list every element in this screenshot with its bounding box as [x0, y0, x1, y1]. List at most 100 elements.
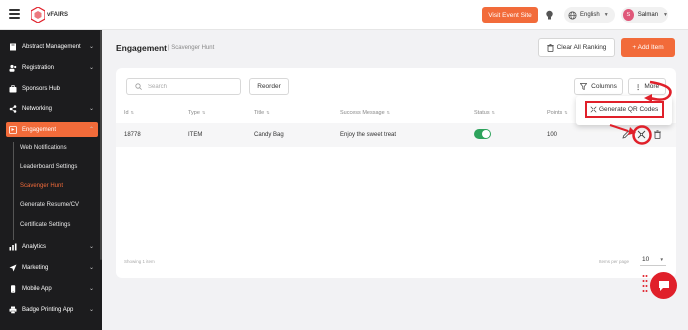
cell-success-message: Enjoy the sweet treat — [340, 132, 397, 138]
edit-pencil-icon[interactable] — [622, 130, 631, 139]
sort-icon: ⇅ — [266, 110, 270, 115]
hamburger-menu-icon[interactable] — [9, 9, 20, 19]
users-icon — [9, 64, 17, 72]
cell-title: Candy Bag — [254, 132, 284, 138]
filter-icon — [580, 83, 588, 90]
column-header-type[interactable]: Type ⇅ — [188, 110, 205, 116]
column-header-status[interactable]: Status ⇅ — [474, 110, 495, 116]
generate-qr-codes-label: Generate QR Codes — [599, 106, 659, 113]
bar-chart-icon — [9, 243, 17, 251]
sidebar-item-label: Abstract Management — [22, 43, 81, 50]
trash-icon[interactable] — [653, 130, 662, 139]
reorder-button[interactable]: Reorder — [249, 78, 289, 95]
columns-button[interactable]: Columns — [574, 78, 623, 95]
sidebar-scrollbar[interactable] — [100, 30, 102, 260]
sidebar-item-engagement[interactable]: Engagement ⌃ — [6, 122, 98, 137]
sidebar-item-analytics[interactable]: Analytics ⌄ — [6, 239, 98, 254]
sidebar-item-label: Sponsors Hub — [22, 85, 61, 92]
chevron-down-icon: ⌄ — [88, 286, 94, 292]
search-box[interactable] — [126, 78, 241, 95]
user-name: Salman — [637, 12, 659, 18]
qr-code-icon[interactable] — [637, 130, 646, 139]
briefcase-icon — [9, 84, 17, 93]
clear-all-ranking-label: Clear All Ranking — [556, 44, 607, 51]
column-header-success-message[interactable]: Success Message ⇅ — [340, 110, 390, 116]
sidebar-subitem-leaderboard-settings[interactable]: Leaderboard Settings — [20, 164, 77, 170]
sort-icon: ⇅ — [130, 110, 134, 115]
chevron-down-icon: ⌄ — [88, 44, 94, 50]
chevron-down-icon: ▼ — [603, 12, 609, 18]
sidebar-item-mobile-app[interactable]: Mobile App ⌄ — [6, 281, 98, 296]
add-item-button[interactable]: + Add Item — [621, 38, 675, 57]
column-header-label: Id — [124, 110, 129, 116]
chevron-down-icon: ⌄ — [88, 244, 94, 250]
items-per-page-value: 10 — [642, 256, 650, 263]
more-dropdown-menu: Generate QR Codes — [576, 96, 672, 125]
vfairs-logo: vFAIRS — [31, 7, 68, 23]
chevron-down-icon: ⌄ — [88, 65, 94, 71]
sidebar-subitem-scavenger-hunt[interactable]: Scavenger Hunt — [20, 183, 63, 189]
kebab-menu-icon: ⋮ — [634, 83, 641, 91]
chevron-down-icon: ▼ — [659, 257, 664, 262]
more-label: More — [644, 83, 660, 90]
visit-event-site-button[interactable]: Visit Event Site — [482, 7, 538, 23]
items-per-page-select[interactable]: 10 ▼ — [640, 254, 666, 266]
sidebar-item-label: Engagement — [22, 126, 57, 133]
sidebar-item-label: Analytics — [22, 243, 47, 250]
column-header-label: Status — [474, 110, 490, 116]
mobile-icon — [9, 284, 17, 293]
column-header-label: Type — [188, 110, 200, 116]
sidebar-subitem-generate-resume[interactable]: Generate Resume/CV — [20, 202, 79, 208]
column-header-label: Points — [547, 110, 563, 116]
chevron-up-icon: ⌃ — [88, 127, 94, 133]
language-label: English — [580, 12, 600, 18]
sort-icon: ⇅ — [201, 110, 206, 115]
sidebar: Abstract Management ⌄ Registration ⌄ Spo… — [0, 30, 102, 330]
sidebar-item-label: Badge Printing App — [22, 306, 74, 313]
column-header-label: Title — [254, 110, 265, 116]
sidebar-item-badge-printing-app[interactable]: Badge Printing App ⌄ — [6, 302, 98, 317]
drag-handle-icon[interactable] — [642, 274, 648, 296]
printer-icon — [9, 306, 17, 314]
column-header-points[interactable]: Points ⇅ — [547, 110, 568, 116]
sidebar-item-label: Marketing — [22, 264, 49, 271]
sidebar-subitem-web-notifications[interactable]: Web Notifications — [20, 145, 67, 151]
search-input[interactable] — [148, 83, 238, 90]
trash-icon — [546, 43, 554, 52]
sidebar-item-registration[interactable]: Registration ⌄ — [6, 60, 98, 75]
table-row[interactable]: 18778 ITEM Candy Bag Enjoy the sweet tre… — [116, 123, 676, 147]
sidebar-item-marketing[interactable]: Marketing ⌄ — [6, 260, 98, 275]
sidebar-subitem-certificate-settings[interactable]: Certificate Settings — [20, 222, 70, 228]
chevron-down-icon: ⌄ — [88, 106, 94, 112]
sidebar-item-label: Registration — [22, 64, 55, 71]
status-toggle[interactable] — [474, 129, 491, 139]
globe-icon — [568, 10, 577, 20]
lightbulb-icon[interactable] — [545, 10, 554, 20]
sidebar-item-sponsors-hub[interactable]: Sponsors Hub — [6, 81, 98, 96]
chevron-down-icon: ⌄ — [88, 307, 94, 313]
column-header-title[interactable]: Title ⇅ — [254, 110, 270, 116]
sort-icon: ⇅ — [386, 110, 390, 115]
sidebar-item-networking[interactable]: Networking ⌄ — [6, 101, 98, 116]
cell-points: 100 — [547, 132, 558, 138]
user-menu[interactable]: S Salman ▼ — [621, 7, 668, 23]
avatar: S — [623, 9, 634, 21]
send-icon — [9, 264, 17, 272]
column-header-id[interactable]: Id ⇅ — [124, 110, 134, 116]
sidebar-item-label: Networking — [22, 105, 53, 112]
chevron-down-icon: ⌄ — [88, 265, 94, 271]
more-button[interactable]: ⋮ More — [628, 78, 666, 95]
submenu-line — [13, 142, 14, 240]
chat-widget-button[interactable] — [650, 272, 677, 299]
clear-all-ranking-button[interactable]: Clear All Ranking — [538, 38, 615, 57]
sidebar-item-abstract-management[interactable]: Abstract Management ⌄ — [6, 39, 98, 54]
page-title: Engagement — [116, 43, 168, 53]
sidebar-item-label: Mobile App — [22, 285, 52, 292]
generate-qr-codes-menu-item[interactable]: Generate QR Codes — [585, 101, 664, 118]
breadcrumb: | Scavenger Hunt — [168, 45, 215, 51]
showing-count: Showing 1 item — [124, 259, 155, 264]
logo-text: vFAIRS — [47, 12, 69, 18]
language-selector[interactable]: English ▼ — [564, 7, 615, 23]
chevron-down-icon: ▼ — [663, 12, 668, 18]
sort-icon: ⇅ — [564, 110, 568, 115]
